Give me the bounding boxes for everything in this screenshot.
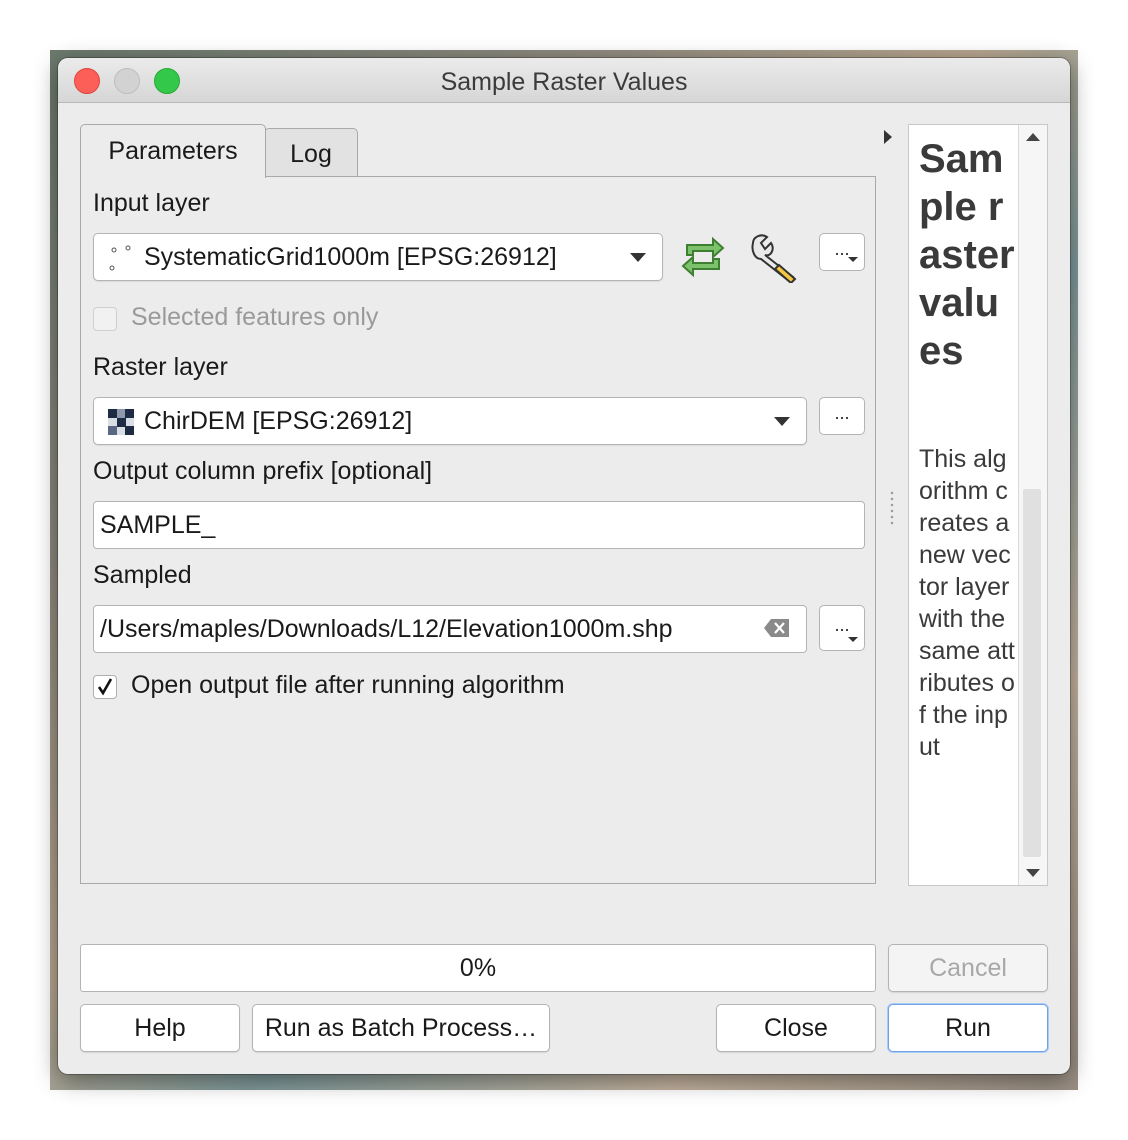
tab-parameters[interactable]: Parameters [80,124,266,178]
raster-layer-browse-button[interactable]: ... [819,397,865,435]
raster-layer-icon [108,409,134,435]
chevron-down-icon [630,253,646,262]
chevron-down-icon [848,637,858,642]
title-bar: Sample Raster Values [58,58,1070,103]
raster-layer-combo[interactable]: ChirDEM [EPSG:26912] [93,397,807,445]
progress-bar: 0% [80,944,876,992]
clear-icon[interactable] [763,618,791,638]
checkmark-icon [97,678,113,696]
sampled-output-value: /Users/maples/Downloads/L12/Elevation100… [100,615,673,643]
close-button[interactable]: Close [716,1004,876,1052]
scroll-up-icon[interactable] [1026,133,1040,141]
chevron-down-icon [848,257,858,262]
help-button[interactable]: Help [80,1004,240,1052]
collapse-help-arrow-icon[interactable] [884,130,892,144]
input-layer-value: SystematicGrid1000m [EPSG:26912] [144,243,557,271]
run-batch-button[interactable]: Run as Batch Process… [252,1004,550,1052]
run-button[interactable]: Run [888,1004,1048,1052]
window-title: Sample Raster Values [440,68,688,96]
iterate-icon[interactable] [679,235,727,279]
scroll-down-icon[interactable] [1026,869,1040,877]
prefix-label: Output column prefix [optional] [93,457,433,485]
input-layer-label: Input layer [93,189,210,217]
parameters-panel: Input layer SystematicGrid1000m [EPSG:26… [80,176,876,884]
sampled-browse-button[interactable]: ... [819,605,865,651]
ellipsis-label: ... [834,615,850,635]
chevron-down-icon [774,417,790,426]
raster-layer-value: ChirDEM [EPSG:26912] [144,407,413,435]
help-panel: Sample raster values This algorithm crea… [908,124,1048,886]
ellipsis-label: ... [834,239,850,259]
raster-layer-label: Raster layer [93,353,228,381]
help-body: This algorithm creates a new vector laye… [919,445,1015,761]
help-title: Sample raster values [919,137,1015,373]
ellipsis-label: ... [834,403,850,423]
selected-features-checkbox[interactable] [93,307,117,331]
scrollbar-thumb[interactable] [1023,489,1041,857]
open-output-checkbox[interactable] [93,675,117,699]
tab-log[interactable]: Log [264,128,358,176]
point-layer-icon [109,245,131,271]
sampled-label: Sampled [93,561,192,589]
progress-text: 0% [459,954,497,982]
wrench-icon[interactable] [749,233,801,283]
input-layer-combo[interactable]: SystematicGrid1000m [EPSG:26912] [93,233,663,281]
prefix-input[interactable]: SAMPLE_ [93,501,865,549]
help-scrollbar[interactable] [1018,125,1047,885]
sampled-output-input[interactable]: /Users/maples/Downloads/L12/Elevation100… [93,605,807,653]
dialog-window: Sample Raster Values Parameters Log Inpu… [58,58,1070,1074]
input-layer-options-button[interactable]: ... [819,233,865,271]
selected-features-label: Selected features only [131,303,379,331]
cancel-button[interactable]: Cancel [888,944,1048,992]
open-output-label: Open output file after running algorithm [131,671,565,699]
splitter-handle[interactable] [890,490,894,526]
